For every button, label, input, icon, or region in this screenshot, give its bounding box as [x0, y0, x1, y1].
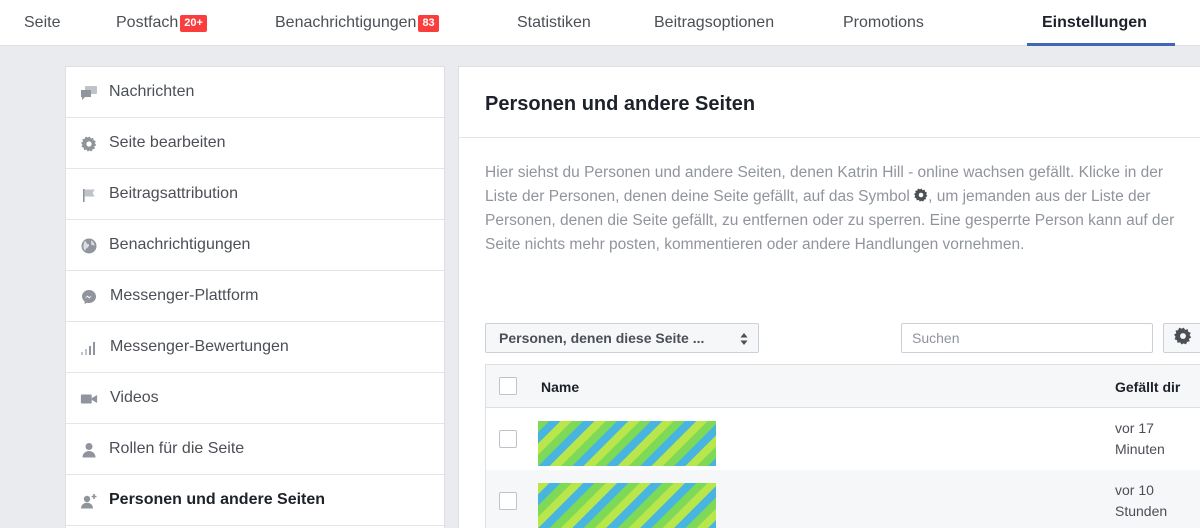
- tab-postfach[interactable]: Postfach 20+: [116, 0, 207, 46]
- sidebar-item-label: Rollen für die Seite: [109, 440, 245, 457]
- row-checkbox[interactable]: [499, 430, 517, 448]
- people-filter-dropdown[interactable]: Personen, denen diese Seite ...: [485, 323, 759, 353]
- table-header: Name Gefällt dir: [485, 364, 1200, 408]
- chat-bubbles-icon: [80, 84, 98, 102]
- liked-time-line-2: Stunden: [1115, 503, 1168, 519]
- page-title: Personen und andere Seiten: [485, 93, 756, 115]
- sidebar-item-label: Beitragsattribution: [109, 185, 238, 202]
- tab-label: Benachrichtigungen: [275, 14, 417, 31]
- dropdown-selected-label: Personen, denen diese Seite ...: [499, 330, 705, 346]
- description-text: Hier siehst du Personen und andere Seite…: [485, 161, 1185, 257]
- tab-einstellungen[interactable]: Einstellungen: [1042, 0, 1147, 46]
- sidebar-item-label: Messenger-Plattform: [110, 287, 259, 304]
- messenger-icon: [80, 288, 98, 306]
- tab-seite[interactable]: Seite: [24, 0, 60, 46]
- globe-icon: [80, 237, 98, 255]
- gear-icon: [1174, 327, 1192, 350]
- flag-icon: [80, 186, 98, 204]
- liked-time: vor 17 Minuten: [1115, 418, 1165, 460]
- sidebar-item-messenger-bewertungen[interactable]: Messenger-Bewertungen: [66, 322, 444, 373]
- liked-time-line-1: vor 10: [1115, 482, 1154, 498]
- row-checkbox[interactable]: [499, 492, 517, 510]
- title-divider: [459, 137, 1200, 138]
- sidebar-item-nachrichten[interactable]: Nachrichten: [66, 67, 444, 118]
- signal-bars-icon: [80, 339, 98, 357]
- sidebar-item-label: Messenger-Bewertungen: [110, 338, 289, 355]
- column-header-name[interactable]: Name: [541, 379, 579, 395]
- gear-icon: [80, 135, 98, 153]
- active-tab-indicator: [1027, 43, 1175, 46]
- table-row: vor 17 Minuten: [485, 408, 1200, 470]
- pixelated-name: [538, 483, 716, 528]
- tab-statistiken[interactable]: Statistiken: [517, 0, 591, 46]
- sidebar-item-label: Personen und andere Seiten: [109, 491, 326, 508]
- tab-label: Promotions: [843, 14, 924, 31]
- sidebar-item-label: Seite bearbeiten: [109, 134, 226, 151]
- column-header-liked[interactable]: Gefällt dir: [1115, 379, 1180, 395]
- up-down-arrows-icon: [740, 332, 748, 345]
- settings-sidebar: Nachrichten Seite bearbeiten Beitragsatt…: [65, 66, 445, 528]
- person-add-icon: [80, 492, 98, 510]
- person-icon: [80, 441, 98, 459]
- pixelated-name: [538, 421, 716, 466]
- select-all-checkbox[interactable]: [499, 377, 517, 395]
- people-and-pages-panel: Personen und andere Seiten Hier siehst d…: [458, 66, 1200, 528]
- tab-label: Seite: [24, 14, 61, 31]
- tab-label: Einstellungen: [1042, 14, 1147, 31]
- sidebar-item-label: Videos: [110, 389, 159, 406]
- notifications-count-badge: 83: [418, 14, 439, 32]
- table-row: vor 10 Stunden: [485, 470, 1200, 528]
- tab-benachrichtigungen[interactable]: Benachrichtigungen 83: [275, 0, 439, 46]
- video-camera-icon: [80, 390, 98, 408]
- settings-gear-button[interactable]: [1163, 323, 1200, 353]
- sidebar-item-beitragsattribution[interactable]: Beitragsattribution: [66, 169, 444, 220]
- sidebar-item-rollen[interactable]: Rollen für die Seite: [66, 424, 444, 475]
- sidebar-item-benachrichtigungen[interactable]: Benachrichtigungen: [66, 220, 444, 271]
- gear-icon: [914, 186, 928, 202]
- sidebar-item-label: Benachrichtigungen: [109, 236, 251, 253]
- sidebar-item-seite-bearbeiten[interactable]: Seite bearbeiten: [66, 118, 444, 169]
- tab-label: Postfach: [116, 14, 179, 31]
- tab-beitragsoptionen[interactable]: Beitragsoptionen: [654, 0, 774, 46]
- sidebar-item-personen-und-andere-seiten[interactable]: Personen und andere Seiten: [66, 475, 444, 526]
- inbox-count-badge: 20+: [180, 14, 207, 32]
- page-top-navigation: Seite Postfach 20+ Benachrichtigungen 83…: [0, 0, 1200, 46]
- sidebar-item-messenger-plattform[interactable]: Messenger-Plattform: [66, 271, 444, 322]
- search-input[interactable]: [901, 323, 1153, 353]
- sidebar-item-label: Nachrichten: [109, 83, 195, 100]
- tab-label: Beitragsoptionen: [654, 14, 775, 31]
- tab-promotions[interactable]: Promotions: [843, 0, 924, 46]
- liked-time: vor 10 Stunden: [1115, 480, 1167, 522]
- tab-label: Statistiken: [517, 14, 591, 31]
- sidebar-item-videos[interactable]: Videos: [66, 373, 444, 424]
- liked-time-line-2: Minuten: [1115, 441, 1165, 457]
- liked-time-line-1: vor 17: [1115, 420, 1154, 436]
